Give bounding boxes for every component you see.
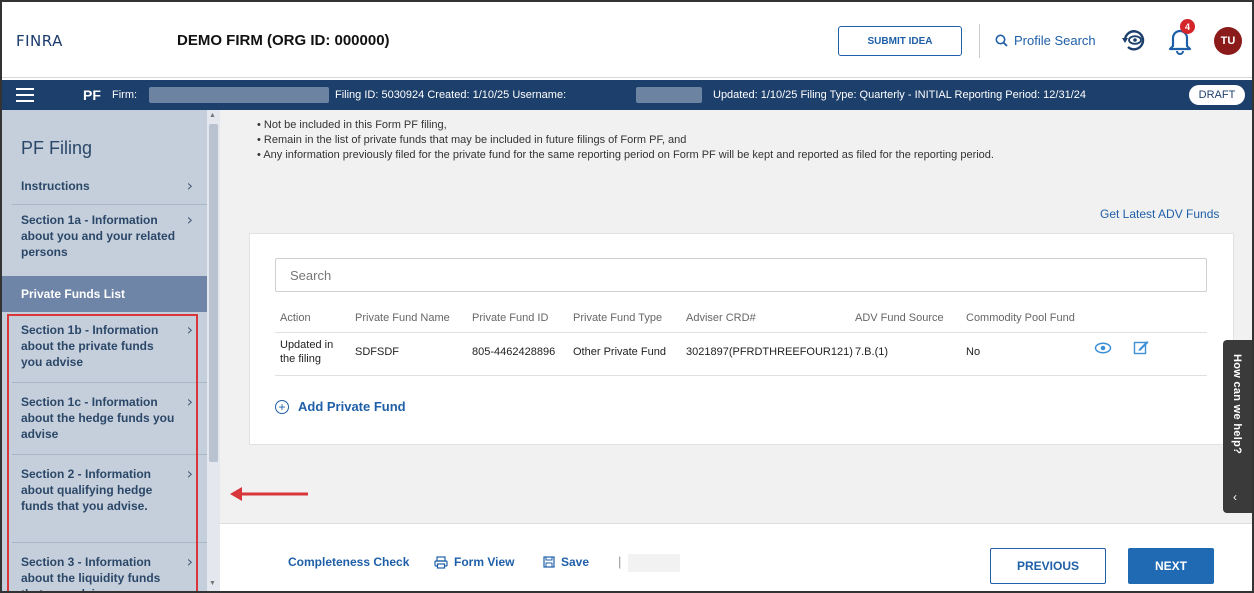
sidebar-scrollbar-thumb[interactable] — [209, 124, 218, 462]
footer-separator: | — [618, 554, 622, 569]
form-view-label: Form View — [454, 555, 515, 569]
view-history-icon[interactable] — [1120, 26, 1148, 54]
sidebar-title: PF Filing — [21, 138, 93, 158]
finra-logo[interactable]: FINRA — [16, 32, 63, 50]
get-latest-adv-funds-link[interactable]: Get Latest ADV Funds — [1100, 207, 1219, 221]
view-eye-icon[interactable] — [1094, 341, 1112, 355]
annotation-highlight-box — [7, 314, 198, 591]
main-content: Not be included in this Form PF filing, … — [220, 110, 1252, 523]
cell-adv-source: 7.B.(1) — [855, 346, 889, 358]
save-link[interactable]: Save — [543, 555, 589, 569]
next-button[interactable]: NEXT — [1128, 548, 1214, 584]
cell-fund-id: 805-4462428896 — [472, 346, 556, 358]
column-header-fund-id: Private Fund ID — [472, 312, 549, 324]
sidebar-item-instructions[interactable]: Instructions › — [2, 178, 207, 194]
completeness-check-label: Completeness Check — [288, 555, 410, 569]
column-header-commodity-pool: Commodity Pool Fund — [966, 312, 1075, 324]
column-header-fund-name: Private Fund Name — [355, 312, 450, 324]
save-label: Save — [561, 555, 590, 569]
filing-status-badge: DRAFT — [1189, 85, 1245, 105]
org-title: DEMO FIRM (ORG ID: 000000) — [177, 32, 390, 49]
column-header-adviser-crd: Adviser CRD# — [686, 312, 756, 324]
sidebar-item-label: Section 1a - Information about you and y… — [21, 213, 176, 259]
bullet-item: Any information previously filed for the… — [257, 148, 994, 163]
cell-fund-name: SDFSDF — [355, 346, 399, 358]
save-icon — [543, 556, 555, 568]
column-header-adv-source: ADV Fund Source — [855, 312, 944, 324]
edit-icon[interactable] — [1133, 339, 1149, 355]
sidebar-item-section-1a[interactable]: Section 1a - Information about you and y… — [2, 212, 207, 260]
form-view-link[interactable]: Form View — [434, 555, 514, 569]
table-header-divider — [275, 332, 1207, 333]
notification-count-badge: 4 — [1180, 19, 1195, 34]
scroll-up-icon[interactable]: ▲ — [209, 112, 216, 119]
user-avatar[interactable]: TU — [1214, 27, 1242, 55]
chevron-right-icon: › — [186, 210, 193, 229]
column-header-action: Action — [280, 312, 311, 324]
bullet-item: Remain in the list of private funds that… — [257, 133, 994, 148]
sidebar-item-label: Private Funds List — [21, 287, 126, 301]
filing-id-created: Filing ID: 5030924 Created: 1/10/25 User… — [335, 89, 567, 101]
private-funds-card: Search Action Private Fund Name Private … — [249, 233, 1234, 445]
column-header-fund-type: Private Fund Type — [573, 312, 663, 324]
add-private-fund-label: Add Private Fund — [298, 399, 406, 414]
previous-button[interactable]: PREVIOUS — [990, 548, 1106, 584]
help-tab-label: How can we help? — [1231, 354, 1243, 455]
filing-updated-info: Updated: 1/10/25 Filing Type: Quarterly … — [713, 89, 1086, 101]
last-saved-redacted — [628, 554, 680, 572]
completeness-check-link[interactable]: Completeness Check — [288, 555, 409, 569]
cell-action: Updated in the filing — [280, 339, 334, 365]
table-row-divider — [275, 375, 1207, 376]
app-window: FINRA DEMO FIRM (ORG ID: 000000) SUBMIT … — [0, 0, 1254, 593]
scroll-down-icon[interactable]: ▼ — [209, 580, 216, 587]
search-input[interactable]: Search — [275, 258, 1207, 292]
search-icon — [995, 34, 1008, 47]
cell-commodity-pool: No — [966, 346, 981, 358]
filing-info-bar: PF Firm: Filing ID: 5030924 Created: 1/1… — [2, 80, 1252, 110]
sidebar-divider — [12, 204, 207, 205]
chevron-right-icon: › — [186, 176, 193, 195]
form-type-label: PF — [83, 87, 101, 103]
firm-name-redacted — [149, 87, 329, 103]
bullet-item: Not be included in this Form PF filing, — [257, 118, 994, 133]
cell-fund-type: Other Private Fund — [573, 346, 666, 358]
sidebar-item-label: Instructions — [21, 179, 90, 193]
chevron-left-icon: ‹ — [1233, 490, 1237, 504]
annotation-arrow-icon — [230, 487, 308, 501]
submit-idea-button[interactable]: SUBMIT IDEA — [838, 26, 962, 56]
header-divider — [979, 24, 980, 58]
printer-icon — [434, 555, 448, 569]
profile-search-label: Profile Search — [1014, 33, 1096, 48]
username-redacted — [636, 87, 702, 103]
add-private-fund-button[interactable]: + Add Private Fund — [275, 399, 406, 414]
cell-adviser-crd: 3021897(PFRDTHREEFOUR121) — [686, 346, 853, 358]
profile-search-link[interactable]: Profile Search — [995, 33, 1096, 48]
plus-circle-icon: + — [275, 399, 289, 414]
info-bullets: Not be included in this Form PF filing, … — [257, 118, 994, 163]
sidebar-item-private-funds-list[interactable]: Private Funds List — [2, 276, 207, 312]
firm-label: Firm: — [112, 89, 138, 101]
footer-bar: Completeness Check Form View Save | PREV… — [220, 523, 1252, 591]
help-tab[interactable]: How can we help? ‹ — [1223, 340, 1252, 513]
menu-icon[interactable] — [16, 88, 34, 102]
top-header: FINRA DEMO FIRM (ORG ID: 000000) SUBMIT … — [2, 2, 1252, 78]
